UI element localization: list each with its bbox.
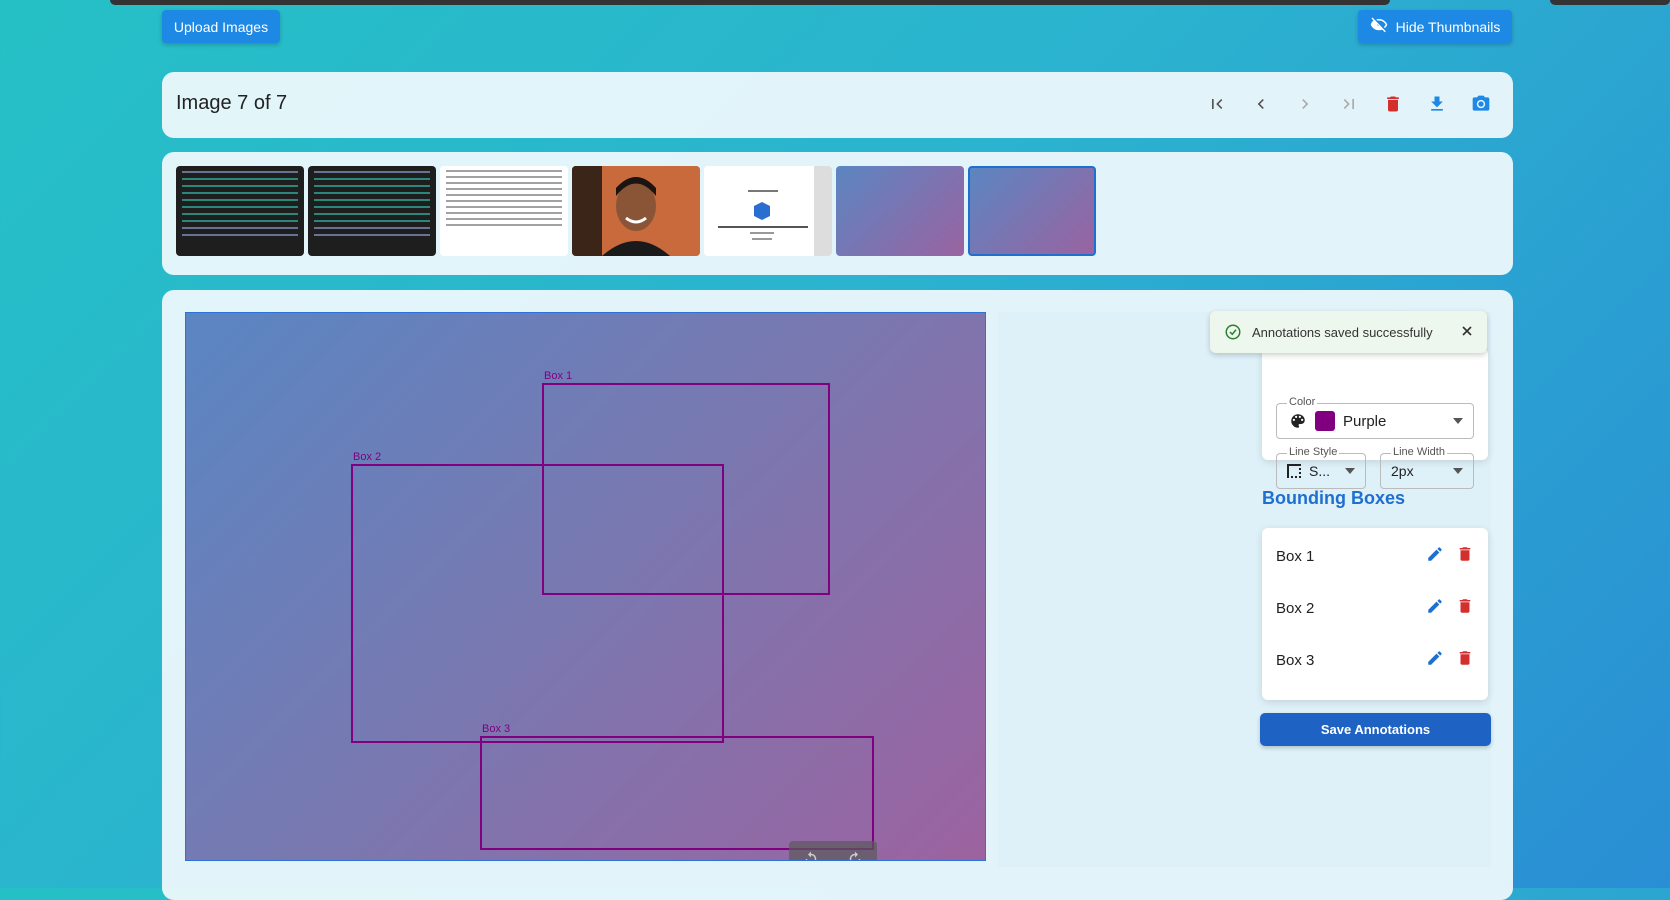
rotate-right-icon[interactable] <box>846 850 864 860</box>
thumbnail-2[interactable] <box>308 166 436 256</box>
rotate-controls <box>789 841 877 860</box>
annotation-canvas[interactable]: Box 1 Box 2 Box 3 <box>185 312 986 861</box>
next-icon[interactable] <box>1293 90 1317 118</box>
camera-icon[interactable] <box>1469 90 1493 118</box>
delete-icon[interactable] <box>1381 90 1405 118</box>
palette-icon <box>1289 412 1307 430</box>
bounding-box-label: Box 2 <box>353 451 382 463</box>
edit-icon[interactable] <box>1426 597 1444 620</box>
annotation-workspace: Box 1 Box 2 Box 3 Color Purple Line Styl… <box>162 290 1513 900</box>
line-width-value: 2px <box>1391 463 1414 479</box>
edit-icon[interactable] <box>1426 649 1444 672</box>
chevron-down-icon <box>1345 468 1355 474</box>
bounding-box-3[interactable]: Box 3 <box>480 723 874 850</box>
rotate-left-icon[interactable] <box>802 850 820 860</box>
edit-icon[interactable] <box>1426 545 1444 568</box>
line-style-select[interactable]: Line Style S... <box>1276 446 1366 489</box>
color-value: Purple <box>1343 412 1387 430</box>
delete-icon[interactable] <box>1456 649 1474 672</box>
thumbnail-5[interactable] <box>704 166 832 256</box>
chevron-down-icon <box>1453 418 1463 424</box>
chevron-down-icon <box>1453 468 1463 474</box>
eye-off-icon <box>1370 16 1388 37</box>
bounding-box-label: Box 1 <box>544 370 573 382</box>
window-top-bar <box>110 0 1390 5</box>
line-style-icon <box>1287 464 1301 478</box>
last-page-icon[interactable] <box>1337 90 1361 118</box>
thumbnail-3[interactable] <box>440 166 568 256</box>
upload-images-button[interactable]: Upload Images <box>162 10 280 43</box>
delete-icon[interactable] <box>1456 545 1474 568</box>
color-label: Color <box>1287 396 1318 408</box>
download-icon[interactable] <box>1425 90 1449 118</box>
hide-thumbnails-label: Hide Thumbnails <box>1395 18 1501 35</box>
thumbnail-1[interactable] <box>176 166 304 256</box>
bounding-box-2[interactable]: Box 2 <box>351 451 724 743</box>
bounding-boxes-list: Box 1 Box 2 Box 3 <box>1262 528 1488 700</box>
line-width-label: Line Width <box>1391 446 1447 458</box>
thumbnail-4[interactable] <box>572 166 700 256</box>
thumbnail-6[interactable] <box>836 166 964 256</box>
list-item[interactable]: Box 3 <box>1262 640 1488 680</box>
close-icon[interactable] <box>1459 323 1475 339</box>
image-navigation-card: Image 7 of 7 <box>162 72 1513 138</box>
upload-label: Upload Images <box>173 18 269 35</box>
box-style-card: Color Purple Line Style S... Line Width … <box>1262 348 1488 489</box>
list-item[interactable]: Box 2 <box>1262 588 1488 628</box>
bounding-boxes-title: Bounding Boxes <box>1262 488 1405 508</box>
thumbnail-7-selected[interactable] <box>968 166 1096 256</box>
delete-icon[interactable] <box>1456 597 1474 620</box>
save-annotations-button[interactable]: Save Annotations <box>1260 713 1491 746</box>
line-width-select[interactable]: Line Width 2px <box>1380 446 1474 489</box>
thumbnails-strip <box>162 152 1513 275</box>
box-name: Box 2 <box>1276 599 1315 617</box>
box-name: Box 3 <box>1276 651 1315 669</box>
window-top-bar-right <box>1550 0 1670 5</box>
hide-thumbnails-button[interactable]: Hide Thumbnails <box>1358 10 1512 43</box>
color-swatch <box>1315 411 1335 431</box>
first-page-icon[interactable] <box>1205 90 1229 118</box>
color-select[interactable]: Color Purple <box>1276 396 1474 439</box>
bounding-box-label: Box 3 <box>482 723 511 735</box>
success-toast: Annotations saved successfully <box>1210 311 1487 353</box>
image-counter: Image 7 of 7 <box>176 92 288 114</box>
line-style-label: Line Style <box>1287 446 1340 458</box>
prev-icon[interactable] <box>1249 90 1273 118</box>
list-item[interactable]: Box 1 <box>1262 536 1488 576</box>
check-circle-icon <box>1224 323 1242 341</box>
box-name: Box 1 <box>1276 547 1315 565</box>
toast-message: Annotations saved successfully <box>1252 324 1433 340</box>
line-style-value: S... <box>1309 463 1331 479</box>
